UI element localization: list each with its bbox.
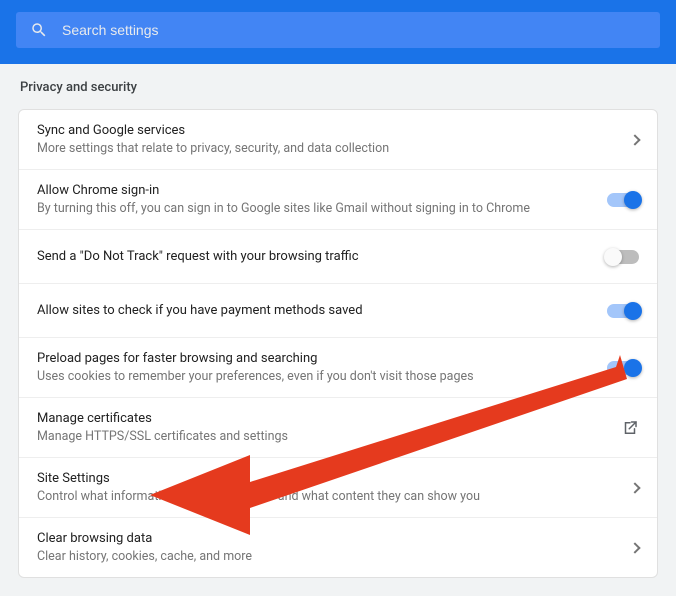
- row-allow-chrome-signin[interactable]: Allow Chrome sign-in By turning this off…: [19, 170, 657, 230]
- row-text: Site Settings Control what information w…: [37, 471, 599, 504]
- header-bar: [0, 0, 676, 64]
- search-icon: [30, 21, 48, 39]
- row-site-settings[interactable]: Site Settings Control what information w…: [19, 458, 657, 518]
- row-sub: Clear history, cookies, cache, and more: [37, 549, 599, 564]
- open-external-icon: [599, 419, 639, 437]
- row-sub: Manage HTTPS/SSL certificates and settin…: [37, 429, 599, 444]
- row-title: Site Settings: [37, 471, 599, 486]
- row-title: Allow Chrome sign-in: [37, 183, 599, 198]
- row-title: Preload pages for faster browsing and se…: [37, 351, 599, 366]
- settings-card: Sync and Google services More settings t…: [18, 109, 658, 578]
- row-title: Clear browsing data: [37, 531, 599, 546]
- chevron-right-icon: [599, 136, 639, 144]
- row-title: Allow sites to check if you have payment…: [37, 303, 599, 318]
- row-sub: By turning this off, you can sign in to …: [37, 201, 599, 216]
- row-text: Clear browsing data Clear history, cooki…: [37, 531, 599, 564]
- search-input[interactable]: [62, 22, 646, 38]
- row-sub: Uses cookies to remember your preference…: [37, 369, 599, 384]
- search-box[interactable]: [16, 12, 660, 48]
- chevron-right-icon: [599, 484, 639, 492]
- row-text: Preload pages for faster browsing and se…: [37, 351, 599, 384]
- row-sub: More settings that relate to privacy, se…: [37, 141, 599, 156]
- row-manage-certificates[interactable]: Manage certificates Manage HTTPS/SSL cer…: [19, 398, 657, 458]
- row-do-not-track[interactable]: Send a "Do Not Track" request with your …: [19, 230, 657, 284]
- row-text: Send a "Do Not Track" request with your …: [37, 249, 599, 264]
- toggle-payment-methods[interactable]: [607, 304, 639, 318]
- chevron-right-icon: [599, 544, 639, 552]
- row-title: Manage certificates: [37, 411, 599, 426]
- section-title: Privacy and security: [18, 64, 658, 109]
- row-sync-google-services[interactable]: Sync and Google services More settings t…: [19, 110, 657, 170]
- row-text: Allow Chrome sign-in By turning this off…: [37, 183, 599, 216]
- row-text: Manage certificates Manage HTTPS/SSL cer…: [37, 411, 599, 444]
- row-title: Sync and Google services: [37, 123, 599, 138]
- toggle-preload-pages[interactable]: [607, 361, 639, 375]
- row-clear-browsing-data[interactable]: Clear browsing data Clear history, cooki…: [19, 518, 657, 577]
- row-title: Send a "Do Not Track" request with your …: [37, 249, 599, 264]
- row-text: Allow sites to check if you have payment…: [37, 303, 599, 318]
- row-text: Sync and Google services More settings t…: [37, 123, 599, 156]
- toggle-do-not-track[interactable]: [607, 250, 639, 264]
- toggle-chrome-signin[interactable]: [607, 193, 639, 207]
- content: Privacy and security Sync and Google ser…: [0, 64, 676, 596]
- row-payment-methods[interactable]: Allow sites to check if you have payment…: [19, 284, 657, 338]
- row-sub: Control what information websites can us…: [37, 489, 599, 504]
- row-preload-pages[interactable]: Preload pages for faster browsing and se…: [19, 338, 657, 398]
